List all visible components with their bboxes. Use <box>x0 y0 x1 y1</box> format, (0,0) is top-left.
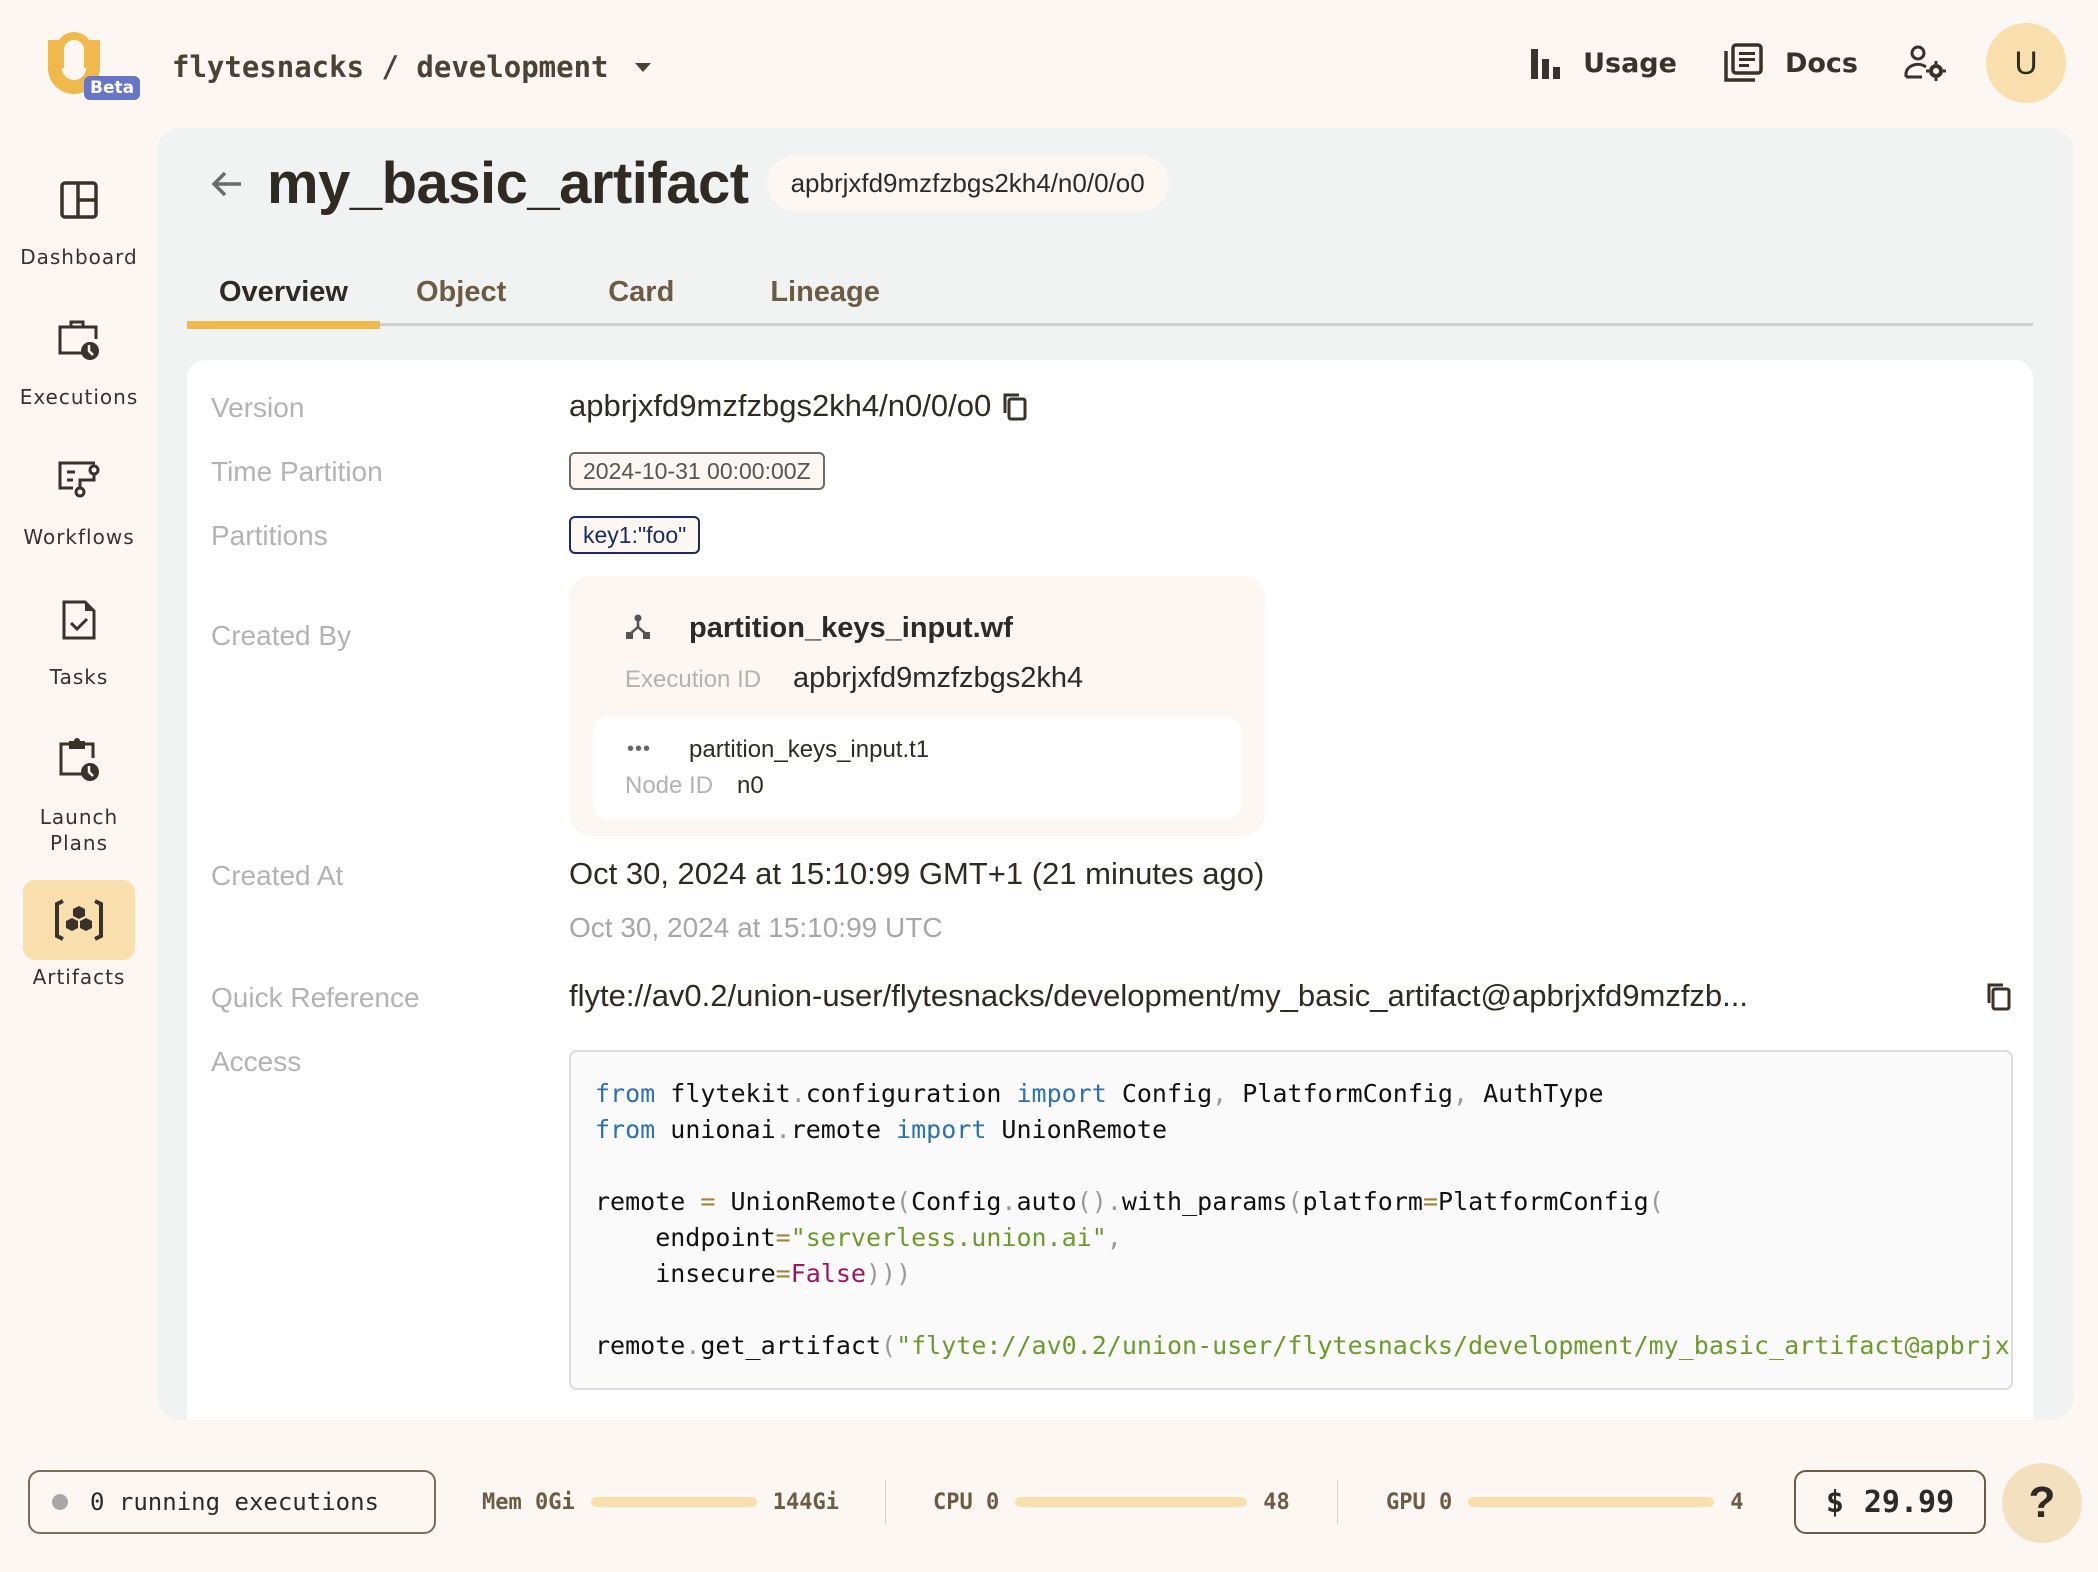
mem-label: Mem <box>482 1489 522 1515</box>
dashboard-icon <box>60 181 98 219</box>
help-icon: ? <box>2028 1478 2056 1527</box>
access-code: from flytekit.configuration import Confi… <box>595 1079 2011 1360</box>
cpu-current: 0 <box>986 1489 1000 1515</box>
tasks-icon <box>62 600 96 640</box>
node-name: partition_keys_input.t1 <box>689 736 930 763</box>
sidebar-label: Launch Plans <box>39 805 119 855</box>
cpu-max: 48 <box>1263 1489 1290 1515</box>
created-at-utc: Oct 30, 2024 at 15:10:99 UTC <box>569 912 943 943</box>
divider <box>1337 1480 1338 1524</box>
overview-card: Version apbrjxfd9mzfzbgs2kh4/n0/0/o0 Tim… <box>187 360 2033 1420</box>
cpu-label: CPU <box>933 1489 973 1515</box>
usage-link[interactable]: Usage <box>1529 47 1677 79</box>
status-bar: 0 running executions Mem 0Gi 144Gi CPU 0… <box>0 1460 2098 1543</box>
divider <box>885 1480 886 1524</box>
workflow-name-link[interactable]: partition_keys_input.wf <box>689 612 1013 645</box>
sidebar-label: Workflows <box>23 525 135 549</box>
copy-icon[interactable] <box>1985 981 2013 1011</box>
gpu-meter: GPU 0 4 <box>1386 1480 1744 1524</box>
user-avatar[interactable]: U <box>1986 23 2066 103</box>
artifacts-icon <box>55 899 103 941</box>
partitions-label: Partitions <box>211 520 328 551</box>
workflow-icon <box>626 614 650 639</box>
balance-button[interactable]: $ 29.99 <box>1794 1470 1986 1534</box>
sidebar-item-workflows[interactable]: Workflows <box>0 440 158 550</box>
sidebar-label: Artifacts <box>32 965 126 989</box>
user-settings-icon <box>1904 45 1946 81</box>
time-partition-label: Time Partition <box>211 456 383 487</box>
running-executions-label: 0 running executions <box>90 1488 379 1516</box>
sidebar-item-dashboard[interactable]: Dashboard <box>0 160 158 270</box>
sidebar-item-launch-plans[interactable]: Launch Plans <box>0 720 158 856</box>
user-settings-button[interactable] <box>1904 45 1946 81</box>
created-by-card: partition_keys_input.wf Execution ID apb… <box>569 576 1265 836</box>
cpu-bar <box>1015 1497 1248 1507</box>
project-domain-selector[interactable]: flytesnacks / development <box>172 50 651 84</box>
created-at-label: Created At <box>211 860 344 891</box>
tab-overview[interactable]: Overview <box>187 268 380 329</box>
help-button[interactable]: ? <box>2002 1463 2082 1543</box>
project-path: flytesnacks / development <box>172 50 609 84</box>
access-label: Access <box>211 1046 302 1077</box>
more-dots-icon: ••• <box>627 738 652 760</box>
avatar-initial: U <box>2014 44 2038 81</box>
main-panel: my_basic_artifact apbrjxfd9mzfzbgs2kh4/n… <box>157 128 2074 1420</box>
created-at-local: Oct 30, 2024 at 15:10:99 GMT+1 (21 minut… <box>569 856 1265 891</box>
gpu-max: 4 <box>1730 1489 1744 1515</box>
version-label: Version <box>211 392 305 423</box>
beta-badge: Beta <box>84 76 141 100</box>
mem-current: 0Gi <box>535 1489 575 1515</box>
created-by-label: Created By <box>211 620 352 651</box>
dollar-icon: $ <box>1825 1484 1844 1520</box>
union-logo[interactable]: Beta <box>42 32 141 102</box>
mem-bar <box>590 1497 757 1507</box>
execution-id-value[interactable]: apbrjxfd9mzfzbgs2kh4 <box>793 662 1083 695</box>
quick-reference-value: flyte://av0.2/union-user/flytesnacks/dev… <box>569 978 1749 1013</box>
back-arrow-icon[interactable] <box>207 164 247 204</box>
gpu-label: GPU <box>1386 1489 1426 1515</box>
gpu-bar <box>1468 1497 1715 1507</box>
workflows-icon <box>58 461 100 498</box>
sidebar-item-executions[interactable]: Executions <box>0 300 158 410</box>
tab-card[interactable]: Card <box>576 268 706 326</box>
bar-chart-icon <box>1531 49 1561 79</box>
balance-value: 29.99 <box>1863 1484 1955 1520</box>
execution-id-label: Execution ID <box>625 666 762 693</box>
sidebar-item-artifacts[interactable]: Artifacts <box>0 880 158 990</box>
access-code-block[interactable]: from flytekit.configuration import Confi… <box>569 1050 2013 1390</box>
page-title: my_basic_artifact <box>267 151 749 216</box>
mem-meter: Mem 0Gi 144Gi <box>482 1480 839 1524</box>
node-id-value: n0 <box>737 772 764 799</box>
caret-down-icon <box>634 62 651 72</box>
partition-chip: key1:"foo" <box>569 516 701 554</box>
cpu-meter: CPU 0 48 <box>933 1480 1290 1524</box>
tab-object[interactable]: Object <box>384 268 538 326</box>
status-dot-icon <box>52 1494 68 1510</box>
docs-icon <box>1724 43 1763 82</box>
docs-link[interactable]: Docs <box>1723 43 1858 83</box>
copy-icon[interactable] <box>1001 391 1029 421</box>
quick-reference-label: Quick Reference <box>211 982 420 1013</box>
sidebar-label: Tasks <box>49 665 109 689</box>
version-value: apbrjxfd9mzfzbgs2kh4/n0/0/o0 <box>569 388 992 423</box>
sidebar-nav: Dashboard Executions Workflows Tasks Lau… <box>0 160 158 1020</box>
launch-plans-icon <box>59 738 99 781</box>
node-box: ••• partition_keys_input.t1 Node ID n0 <box>593 716 1241 820</box>
sidebar-label: Executions <box>19 385 139 409</box>
gpu-current: 0 <box>1439 1489 1453 1515</box>
version-pill: apbrjxfd9mzfzbgs2kh4/n0/0/o0 <box>766 156 1169 211</box>
mem-max: 144Gi <box>772 1489 839 1515</box>
docs-label: Docs <box>1784 47 1858 79</box>
sidebar-label: Dashboard <box>20 245 138 269</box>
usage-label: Usage <box>1583 47 1677 79</box>
tab-bar: Overview Object Card Lineage <box>187 268 2033 329</box>
executions-icon <box>58 320 99 360</box>
time-partition-chip: 2024-10-31 00:00:00Z <box>569 452 825 490</box>
sidebar-item-tasks[interactable]: Tasks <box>0 580 158 690</box>
running-executions-button[interactable]: 0 running executions <box>28 1470 436 1534</box>
node-id-label: Node ID <box>625 772 714 799</box>
tab-lineage[interactable]: Lineage <box>738 268 912 326</box>
